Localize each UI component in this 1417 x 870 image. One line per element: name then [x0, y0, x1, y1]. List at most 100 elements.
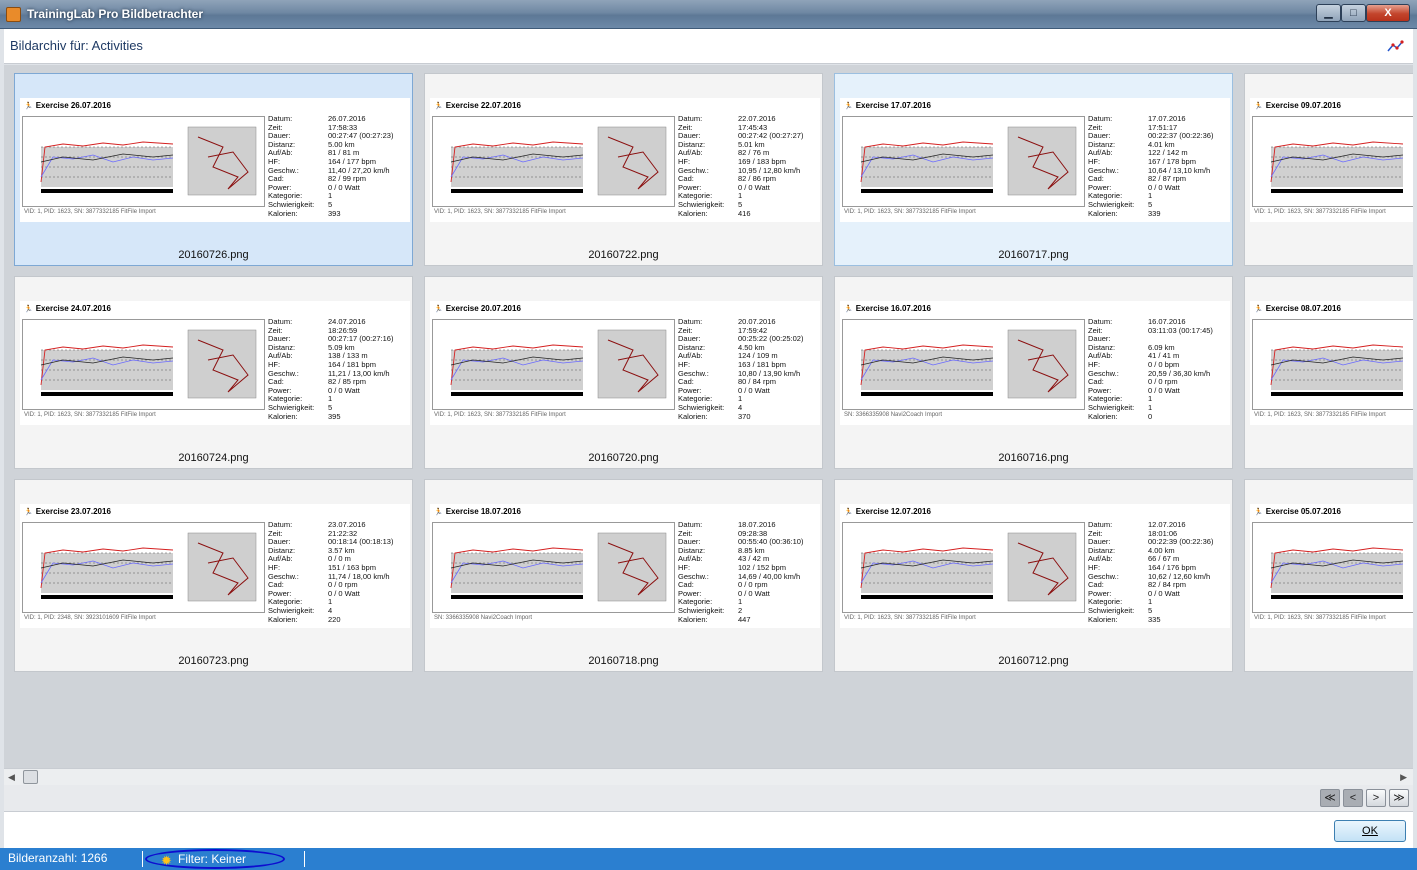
stat-label: Kalorien:: [1088, 208, 1118, 218]
scrollbar-thumb[interactable]: [23, 770, 38, 784]
dialog-footer: OK: [4, 812, 1413, 848]
stat-value: 416: [738, 208, 751, 218]
activity-stats: Datum: 17.07.2016 Zeit: 17:51:17 Dauer: 00:22…: [1088, 114, 1213, 218]
activity-chart: [842, 116, 1085, 207]
activity-thumbnail: Exercise 26.07.2016 Datum:26.07.2016Zeit:…: [20, 98, 410, 222]
status-divider: [142, 851, 143, 867]
image-filename: 20160716.png: [998, 452, 1069, 464]
activity-stats: Datum: 22.07.2016 Zeit: 17:45:43 Dauer: 00:27…: [678, 114, 803, 219]
stat-value: 395: [328, 411, 341, 421]
minimize-button[interactable]: ▁: [1316, 4, 1341, 22]
activity-thumbnail: Exercise 18.07.2016 Datum:18.07.2016Zeit:…: [430, 504, 820, 628]
activity-stats: Datum: 20.07.2016 Zeit: 17:59:42 Dauer: 00:25…: [678, 317, 803, 422]
activity-stats: Datum: 23.07.2016 Zeit: 21:22:32 Dauer: 00:18…: [268, 520, 393, 625]
activity-stats: Datum: 26.07.2016 Zeit: 17:58:33 Dauer: 00:27…: [268, 114, 393, 219]
image-card[interactable]: Exercise 12.07.2016 Datum:12.07.2016Zeit:…: [834, 479, 1233, 672]
prev-page-button[interactable]: <: [1343, 789, 1363, 807]
stat-value: 339: [1148, 208, 1161, 218]
image-card[interactable]: Exercise 05.07.2016Datum:Zeit:Dauer:Dist…: [1244, 479, 1413, 672]
horizontal-scrollbar[interactable]: ◀ ▶: [4, 768, 1413, 785]
stat-value: 0 / 0 Watt: [1148, 385, 1180, 395]
stat-value: 0: [1148, 411, 1153, 421]
exercise-title: Exercise 24.07.2016: [24, 304, 111, 313]
stat-label: Kalorien:: [678, 614, 708, 624]
activity-chart: [432, 522, 675, 613]
activity-thumbnail: Exercise 20.07.2016 Datum:20.07.2016Zeit:…: [430, 301, 820, 425]
exercise-title: Exercise 09.07.2016: [1254, 101, 1341, 110]
image-card[interactable]: Exercise 08.07.2016Datum:Zeit:Dauer:Dist…: [1244, 276, 1413, 469]
stat-value: 370: [738, 411, 751, 421]
activity-thumbnail: Exercise 05.07.2016Datum:Zeit:Dauer:Dist…: [1250, 504, 1413, 628]
next-page-button[interactable]: >: [1366, 789, 1386, 807]
first-page-button[interactable]: ≪: [1320, 789, 1340, 807]
image-card[interactable]: Exercise 20.07.2016 Datum:20.07.2016Zeit:…: [424, 276, 823, 469]
stat-label: Kalorien:: [678, 208, 708, 218]
stat-row: Kalorien: 393: [268, 208, 393, 219]
stat-row: Kalorien: 416: [678, 208, 803, 219]
image-filename: 20160718.png: [588, 655, 659, 667]
thumbnail-footer: SN: 3366335908 Navi2Coach Import: [844, 412, 943, 418]
image-card[interactable]: Exercise 26.07.2016 Datum:26.07.2016Zeit:…: [14, 73, 413, 266]
activity-stats: Datum: 12.07.2016 Zeit: 18:01:06 Dauer: 00:22…: [1088, 520, 1213, 625]
thumbnail-footer: SN: 3366335908 Navi2Coach Import: [434, 615, 533, 621]
thumbnail-footer: VID: 1, PID: 1623, SN: 3877332185 FitFil…: [1254, 209, 1386, 215]
stat-label: Kalorien:: [268, 208, 298, 218]
exercise-title: Exercise 23.07.2016: [24, 507, 111, 516]
scroll-left-icon[interactable]: ◀: [8, 772, 15, 783]
gear-icon: ✹: [161, 853, 172, 868]
stat-row: Kalorien: 335: [1088, 615, 1213, 625]
app-icon: [6, 7, 21, 22]
window-title: TrainingLab Pro Bildbetrachter: [27, 7, 204, 21]
thumbnail-footer: VID: 1, PID: 1623, SN: 3877332185 FitFil…: [1254, 412, 1386, 418]
image-count: Bilderanzahl: 1266: [8, 851, 108, 865]
stat-value: 393: [328, 208, 341, 218]
image-filename: 20160722.png: [588, 249, 659, 261]
stat-value: 220: [328, 614, 341, 624]
filter-indicator[interactable]: ✹ Filter: Keiner: [145, 849, 285, 869]
image-filename: 20160712.png: [998, 655, 1069, 667]
last-page-button[interactable]: ≫: [1389, 789, 1409, 807]
activity-thumbnail: Exercise 16.07.2016 Datum:16.07.2016Zeit:…: [840, 301, 1230, 425]
stat-row: Kalorien: 220: [268, 614, 393, 625]
scroll-right-icon[interactable]: ▶: [1400, 772, 1407, 783]
stat-value: 0 / 0 Watt: [328, 588, 360, 598]
activity-thumbnail: Exercise 23.07.2016 Datum:23.07.2016Zeit:…: [20, 504, 410, 628]
activity-thumbnail: Exercise 09.07.2016Datum:Zeit:Dauer:Dist…: [1250, 98, 1413, 222]
chart-settings-icon[interactable]: [1387, 38, 1405, 54]
activity-thumbnail: Exercise 22.07.2016 Datum:22.07.2016Zeit:…: [430, 98, 820, 222]
stat-value: 03:11:03 (00:17:45): [1148, 325, 1213, 335]
stat-row: Kalorien: 370: [678, 411, 803, 422]
close-button[interactable]: X: [1366, 4, 1410, 22]
thumbnail-footer: VID: 1, PID: 1623, SN: 3877332185 FitFil…: [24, 209, 156, 215]
exercise-title: Exercise 18.07.2016: [434, 507, 521, 516]
image-card[interactable]: Exercise 17.07.2016 Datum:17.07.2016Zeit:…: [834, 73, 1233, 266]
image-filename: 20160720.png: [588, 452, 659, 464]
pagination-bar: ≪ < > ≫: [4, 785, 1413, 812]
exercise-title: Exercise 17.07.2016: [844, 101, 931, 110]
stat-value: 0 / 0 Watt: [1148, 588, 1180, 598]
maximize-button[interactable]: □: [1341, 4, 1366, 22]
thumbnail-footer: VID: 1, PID: 1623, SN: 3877332185 FitFil…: [1254, 615, 1386, 621]
stat-value: 0 / 0 Watt: [328, 182, 360, 192]
image-card[interactable]: Exercise 16.07.2016 Datum:16.07.2016Zeit:…: [834, 276, 1233, 469]
stat-value: 0 / 0 Watt: [738, 182, 770, 192]
activity-stats: Datum: 18.07.2016 Zeit: 09:28:38 Dauer: 00:55…: [678, 520, 803, 625]
image-card[interactable]: Exercise 24.07.2016 Datum:24.07.2016Zeit:…: [14, 276, 413, 469]
exercise-title: Exercise 08.07.2016: [1254, 304, 1341, 313]
exercise-title: Exercise 20.07.2016: [434, 304, 521, 313]
activity-chart: [842, 522, 1085, 613]
stat-value: 0 / 0 Watt: [1148, 182, 1180, 192]
stat-label: Kalorien:: [1088, 411, 1118, 421]
ok-button[interactable]: OK: [1334, 820, 1406, 842]
image-filename: 20160726.png: [178, 249, 249, 261]
image-card[interactable]: Exercise 23.07.2016 Datum:23.07.2016Zeit:…: [14, 479, 413, 672]
image-card[interactable]: Exercise 22.07.2016 Datum:22.07.2016Zeit:…: [424, 73, 823, 266]
stat-row: Kalorien: 447: [678, 614, 803, 625]
stat-value: 0 / 0 Watt: [328, 385, 360, 395]
stat-row: Kalorien: 0: [1088, 411, 1213, 422]
activity-chart: [432, 319, 675, 410]
thumbnail-footer: VID: 1, PID: 1623, SN: 3877332185 FitFil…: [434, 209, 566, 215]
image-card[interactable]: Exercise 18.07.2016 Datum:18.07.2016Zeit:…: [424, 479, 823, 672]
image-card[interactable]: Exercise 09.07.2016Datum:Zeit:Dauer:Dist…: [1244, 73, 1413, 266]
activity-chart: [1252, 116, 1413, 207]
